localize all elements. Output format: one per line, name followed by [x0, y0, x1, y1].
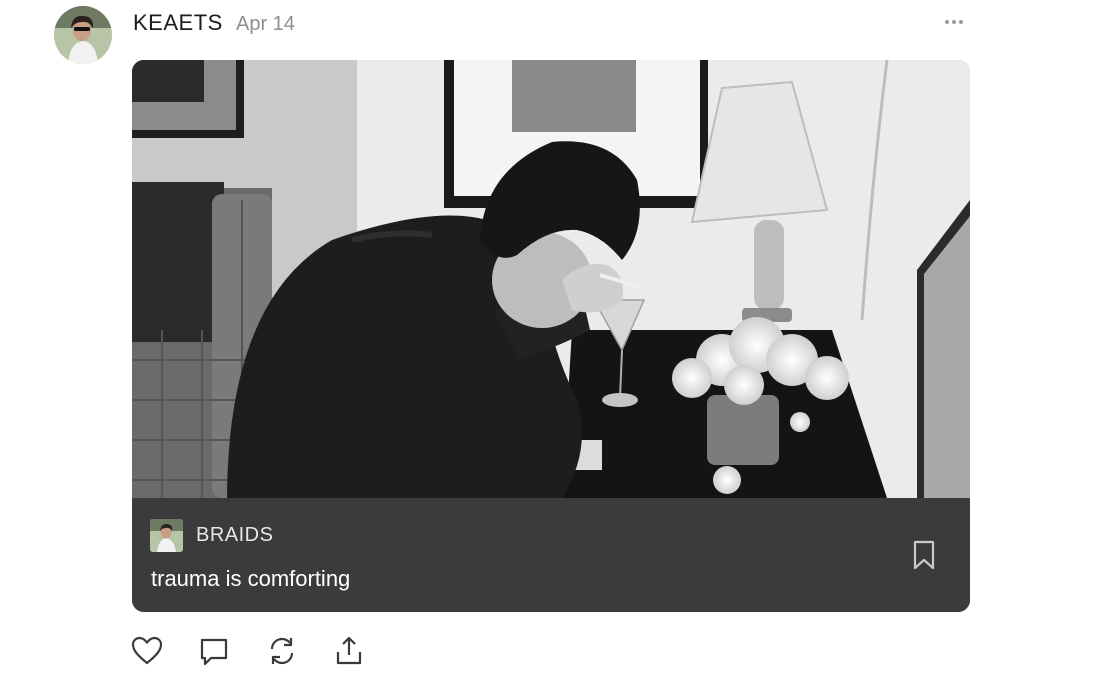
- post-photo: [132, 60, 970, 498]
- post: KEAETS Apr 14 BRAIDS trauma is comfortin…: [0, 0, 1100, 692]
- bookmark-icon[interactable]: [912, 540, 936, 570]
- post-caption: trauma is comforting: [151, 566, 351, 591]
- reblog-icon[interactable]: [265, 634, 299, 668]
- card-footer: BRAIDS trauma is comforting: [132, 498, 970, 612]
- user-avatar[interactable]: [54, 6, 112, 64]
- heart-icon[interactable]: [130, 634, 164, 668]
- source-avatar[interactable]: [150, 519, 183, 552]
- share-icon[interactable]: [332, 634, 366, 668]
- comment-icon[interactable]: [197, 634, 231, 668]
- source-author[interactable]: BRAIDS: [196, 524, 273, 547]
- post-date: Apr 14: [236, 13, 295, 35]
- more-options-icon[interactable]: [938, 10, 970, 34]
- post-username[interactable]: KEAETS: [133, 10, 223, 36]
- post-card[interactable]: BRAIDS trauma is comforting: [132, 60, 970, 612]
